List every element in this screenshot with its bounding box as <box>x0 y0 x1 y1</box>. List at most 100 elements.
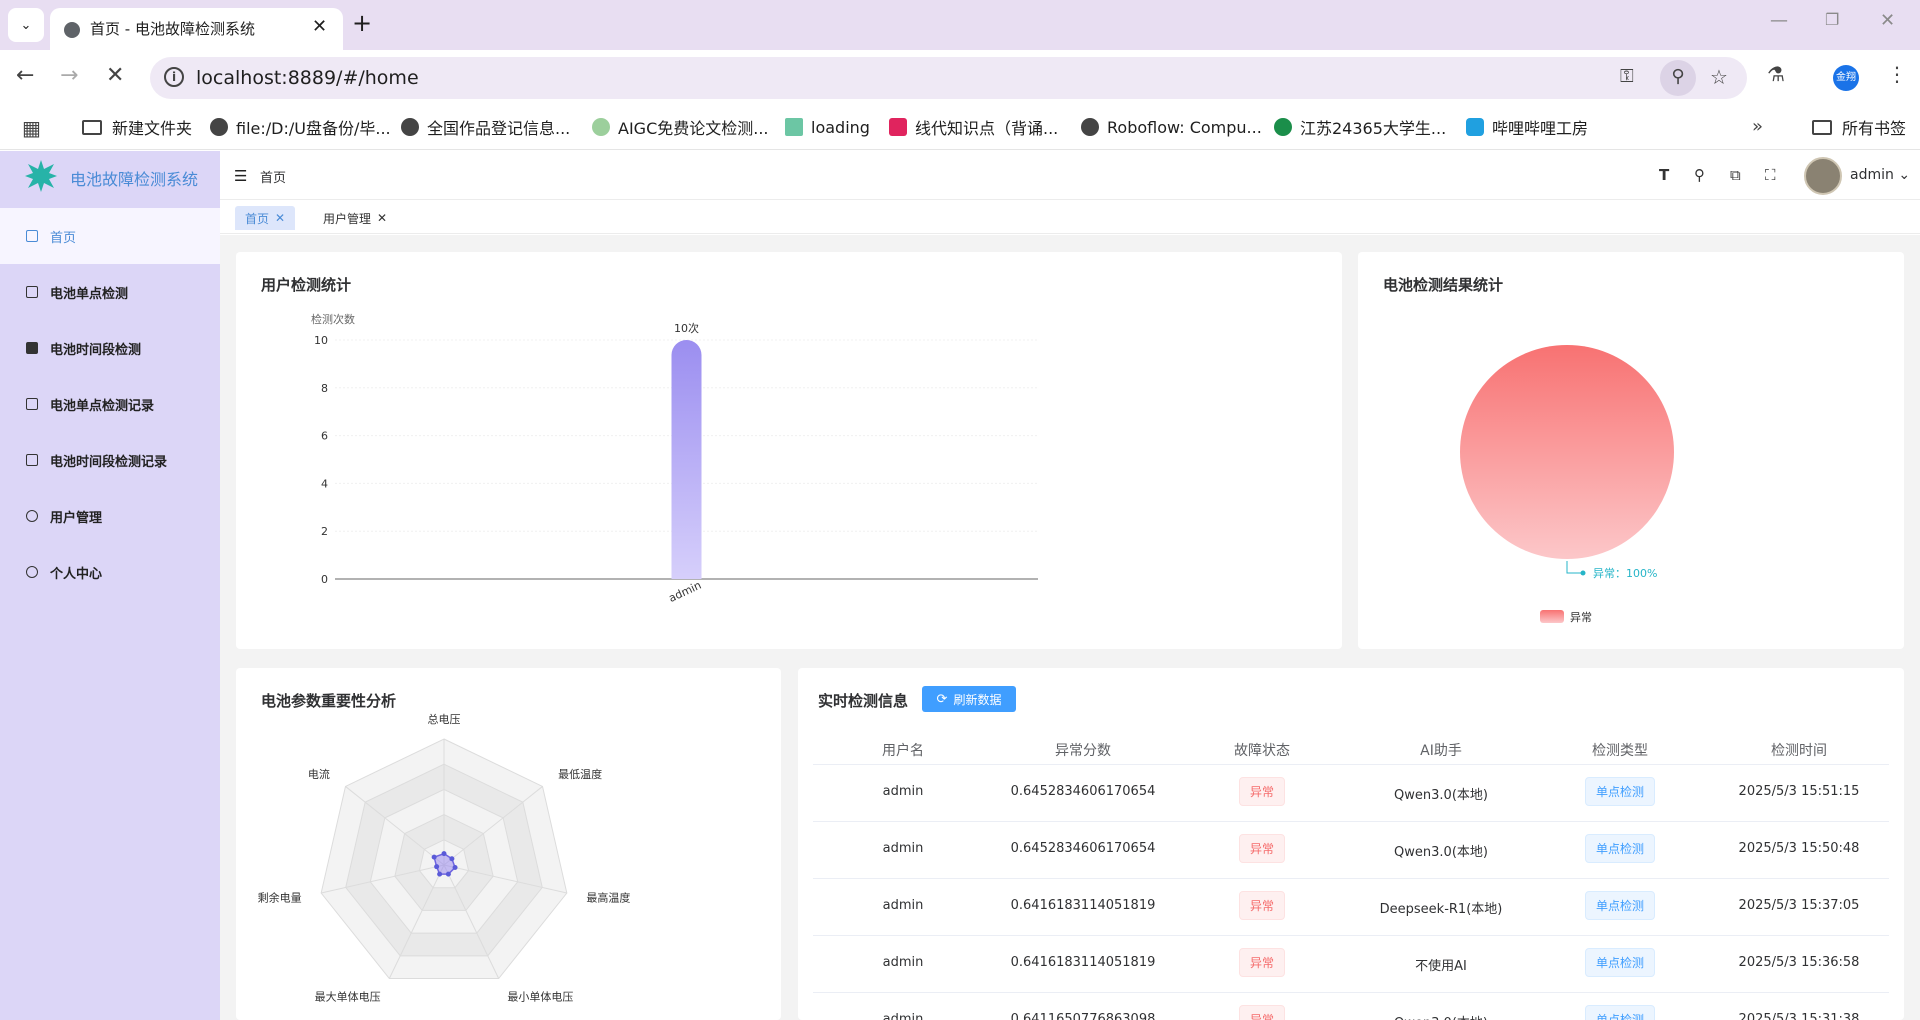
more-bookmarks-icon[interactable]: » <box>1752 116 1763 137</box>
zoom-icon[interactable]: ⚲ <box>1660 60 1696 96</box>
chevron-down-icon: ⌄ <box>1898 167 1911 183</box>
font-size-icon[interactable]: T <box>1659 166 1669 184</box>
more-menu-icon[interactable]: ⋮ <box>1887 62 1907 86</box>
cell-score: 0.6452834606170654 <box>1010 841 1156 856</box>
sidebar-item-profile[interactable]: 个人中心 <box>0 544 220 600</box>
fullscreen-icon[interactable]: ⛶ <box>1765 166 1776 184</box>
close-icon[interactable]: ✕ <box>377 211 387 225</box>
breadcrumb[interactable]: 首页 <box>260 167 286 186</box>
radar-indicator-label: 电流 <box>308 767 330 781</box>
app-title: 电池故障检测系统 <box>70 170 199 189</box>
sidebar-item-period-records[interactable]: 电池时间段检测记录 <box>0 432 220 488</box>
realtime-title: 实时检测信息 <box>818 692 909 710</box>
menu-toggle-icon[interactable]: ☰ <box>234 167 247 185</box>
type-badge: 单点检测 <box>1584 834 1656 863</box>
cell-ai: Qwen3.0(本地) <box>1394 1012 1488 1020</box>
cell-user: admin <box>882 784 924 799</box>
bookmark-item[interactable]: 哔哩哔哩工房 <box>1466 114 1588 140</box>
bookmark-item[interactable]: file:/D:/U盘备份/毕... <box>210 114 391 140</box>
table-row[interactable] <box>813 821 1889 878</box>
url-text[interactable]: localhost:8889/#/home <box>196 67 419 89</box>
bookmark-label: AIGC免费论文检测... <box>618 119 769 138</box>
radar-point <box>431 854 437 860</box>
logo: 电池故障检测系统 <box>0 151 220 200</box>
browser-tab-active[interactable]: 首页 - 电池故障检测系统 ✕ <box>50 8 343 50</box>
window-restore-icon[interactable]: ❐ <box>1825 10 1839 29</box>
y-tick-label: 8 <box>321 382 328 395</box>
tag-label: 首页 <box>245 211 270 226</box>
battery-full-icon <box>26 342 38 354</box>
refresh-label: 刷新数据 <box>953 692 1002 707</box>
profile-avatar[interactable]: 金翔 <box>1833 65 1859 91</box>
sidebar-item-single-records[interactable]: 电池单点检测记录 <box>0 376 220 432</box>
bookmark-item[interactable]: AIGC免费论文检测... <box>592 114 769 140</box>
jiangsu-site-icon <box>1274 118 1292 136</box>
browser-toolbar: ← → ✕ i localhost:8889/#/home ⚿ ⚲ ☆ ⚗ 金翔… <box>0 50 1920 106</box>
avatar[interactable] <box>1804 157 1842 195</box>
folder-icon <box>82 119 102 135</box>
bookmark-label: loading <box>811 117 870 137</box>
folder-icon <box>1812 119 1832 135</box>
col-header-time: 检测时间 <box>1771 743 1827 759</box>
table-row[interactable] <box>813 935 1889 992</box>
labs-flask-icon[interactable]: ⚗ <box>1767 62 1785 86</box>
cell-ai: 不使用AI <box>1415 959 1467 974</box>
notes-site-icon <box>889 118 907 136</box>
all-bookmarks-item[interactable]: 所有书签 <box>1812 114 1906 140</box>
bilibili-icon <box>1466 118 1484 136</box>
cell-time: 2025/5/3 15:37:05 <box>1738 898 1860 913</box>
back-arrow-icon[interactable]: ← <box>16 63 34 88</box>
apps-grid-icon[interactable]: ▦ <box>22 116 41 140</box>
bookmark-item[interactable]: loading <box>785 114 870 140</box>
close-icon[interactable]: ✕ <box>275 211 285 225</box>
type-badge: 单点检测 <box>1584 891 1656 920</box>
tags-view: 首页 ✕ 用户管理 ✕ <box>220 200 1920 234</box>
sidebar-item-single-detect[interactable]: 电池单点检测 <box>0 264 220 320</box>
pie-slice <box>1460 345 1674 559</box>
radar-point <box>445 871 451 877</box>
tab-search-menu-button[interactable]: ⌄ <box>8 8 44 42</box>
bookmark-item[interactable]: 线代知识点（背诵... <box>889 114 1058 140</box>
cell-score: 0.6416183114051819 <box>1010 955 1156 970</box>
user-dropdown[interactable]: admin ⌄ <box>1850 167 1910 183</box>
sidebar-item-period-detect[interactable]: 电池时间段检测 <box>0 320 220 376</box>
user-circle-icon <box>26 566 38 578</box>
bookmark-label: 所有书签 <box>1842 119 1907 138</box>
radar-indicator-label: 最低温度 <box>558 767 602 781</box>
bookmark-item[interactable]: 全国作品登记信息... <box>401 114 570 140</box>
table-row[interactable] <box>813 992 1889 1020</box>
tag-home[interactable]: 首页 ✕ <box>235 206 296 230</box>
y-tick-label: 0 <box>321 573 328 586</box>
cell-user: admin <box>882 841 924 856</box>
search-icon[interactable]: ⚲ <box>1694 166 1705 184</box>
bookmark-star-icon[interactable]: ☆ <box>1710 65 1728 89</box>
address-bar[interactable]: i localhost:8889/#/home ⚿ ⚲ ☆ <box>150 57 1747 99</box>
type-badge: 单点检测 <box>1584 777 1656 806</box>
tag-user-management[interactable]: 用户管理 ✕ <box>313 206 397 230</box>
password-key-icon[interactable]: ⚿ <box>1620 66 1634 87</box>
bookmark-item[interactable]: Roboflow: Compu... <box>1081 114 1262 140</box>
pie-chart: 异常：100% 异常 <box>1460 345 1674 624</box>
stop-loading-icon[interactable]: ✕ <box>106 63 124 88</box>
theme-shirt-icon[interactable]: ⧉ <box>1730 166 1741 184</box>
refresh-data-button[interactable]: ⟳ 刷新数据 <box>922 686 1016 712</box>
forward-arrow-icon[interactable]: → <box>60 63 78 88</box>
sidebar-item-user-management[interactable]: 用户管理 <box>0 488 220 544</box>
pie-label-line <box>1566 561 1583 574</box>
window-close-icon[interactable]: ✕ <box>1880 10 1895 31</box>
tab-close-icon[interactable]: ✕ <box>312 16 327 37</box>
sidebar-item-home[interactable]: 首页 <box>0 208 220 264</box>
radar-point <box>441 851 447 857</box>
cell-time: 2025/5/3 15:36:58 <box>1738 955 1860 970</box>
table-row[interactable] <box>813 764 1889 821</box>
status-badge: 异常 <box>1238 948 1286 977</box>
window-minimize-icon[interactable]: — <box>1770 10 1788 31</box>
table-row[interactable] <box>813 878 1889 935</box>
bookmark-item[interactable]: 新建文件夹 <box>82 114 192 140</box>
globe-icon <box>401 118 419 136</box>
site-info-icon[interactable]: i <box>164 67 184 87</box>
bookmark-item[interactable]: 江苏24365大学生... <box>1274 114 1446 140</box>
cell-user: admin <box>882 955 924 970</box>
home-icon <box>26 230 38 242</box>
new-tab-icon[interactable]: + <box>352 9 372 37</box>
